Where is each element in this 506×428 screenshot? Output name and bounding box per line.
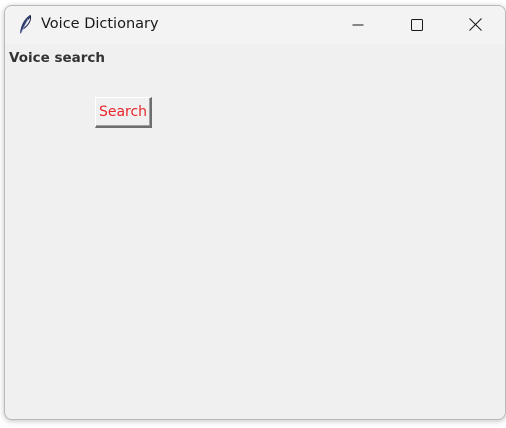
minimize-button[interactable]	[335, 6, 381, 44]
feather-icon	[17, 14, 35, 36]
search-button[interactable]: Search	[95, 97, 152, 128]
maximize-icon	[411, 16, 423, 35]
close-icon	[468, 16, 482, 35]
window-content: Voice search Search	[5, 44, 505, 419]
window-title: Voice Dictionary	[41, 16, 159, 32]
minimize-icon	[352, 16, 364, 35]
voice-search-label: Voice search	[9, 50, 106, 66]
title-bar[interactable]: Voice Dictionary	[5, 6, 505, 44]
app-window: Voice Dictionary Voice search Search	[4, 5, 506, 420]
close-button[interactable]	[452, 6, 498, 44]
maximize-button[interactable]	[394, 6, 440, 44]
